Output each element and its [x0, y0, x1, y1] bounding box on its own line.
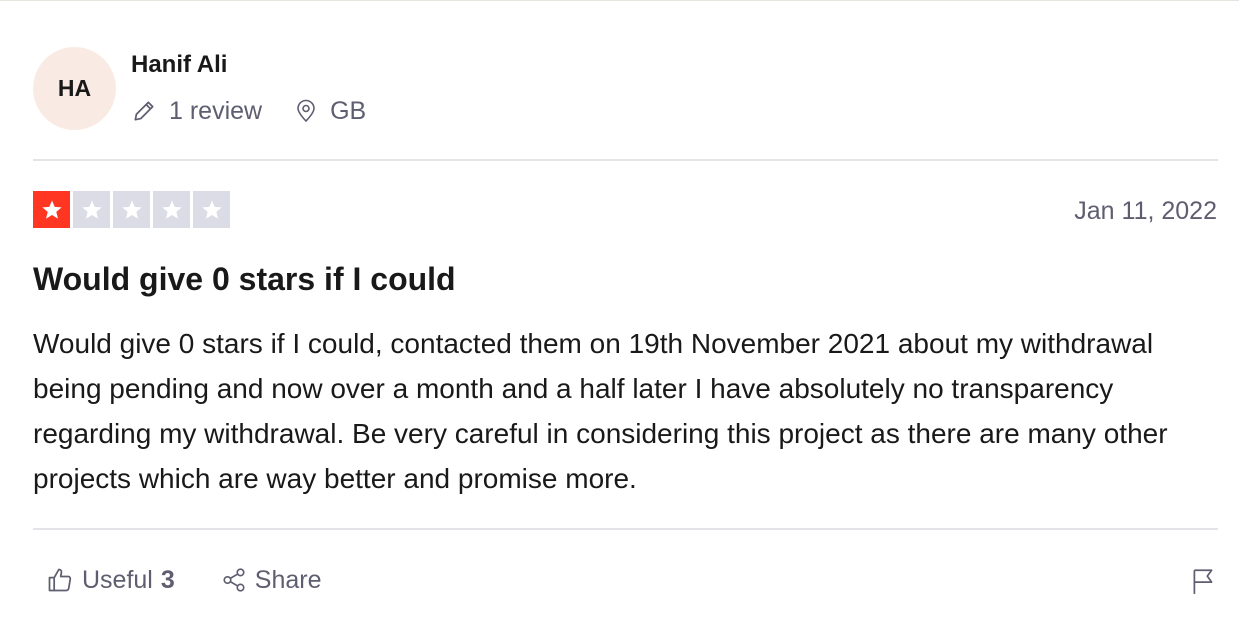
location-pin-icon	[297, 99, 315, 122]
report-button[interactable]	[1188, 565, 1218, 597]
useful-label: Useful	[82, 565, 153, 594]
review-body: Would give 0 stars if I could, contacted…	[33, 328, 1168, 494]
star-icon	[81, 200, 102, 219]
share-label: Share	[254, 565, 322, 594]
pencil-icon	[134, 101, 154, 121]
star-icon	[201, 200, 222, 219]
avatar-initials: HA	[57, 75, 92, 101]
avatar[interactable]: HA	[33, 47, 116, 130]
star-rating	[33, 191, 233, 228]
thumbs-up-icon	[48, 568, 72, 592]
star-empty	[153, 191, 190, 228]
star-filled	[33, 191, 70, 228]
reviewer-location: GB	[294, 97, 366, 126]
reviewer-meta: 1 review GB	[131, 94, 366, 128]
flag-icon	[1193, 569, 1213, 594]
share-button[interactable]: Share	[221, 566, 322, 595]
divider	[33, 159, 1218, 161]
review-actions: Useful 3 Share	[46, 561, 322, 599]
review-card: HA Hanif Ali 1 review GB Jan 11, 2022 Wo…	[0, 0, 1239, 627]
review-count-label: 1 review	[169, 96, 263, 125]
share-icon	[223, 568, 245, 592]
country-label: GB	[330, 96, 367, 125]
review-title[interactable]: Would give 0 stars if I could	[33, 261, 456, 298]
star-empty	[193, 191, 230, 228]
useful-count: 3	[160, 565, 175, 594]
review-date: Jan 11, 2022	[1074, 197, 1217, 225]
reviewer-name[interactable]: Hanif Ali	[131, 51, 227, 79]
star-icon	[161, 200, 182, 219]
star-empty	[73, 191, 110, 228]
star-empty	[113, 191, 150, 228]
review-count: 1 review	[131, 97, 262, 126]
useful-button[interactable]: Useful 3	[46, 566, 175, 595]
divider	[33, 528, 1218, 530]
star-icon	[121, 200, 142, 219]
star-icon	[41, 200, 62, 219]
